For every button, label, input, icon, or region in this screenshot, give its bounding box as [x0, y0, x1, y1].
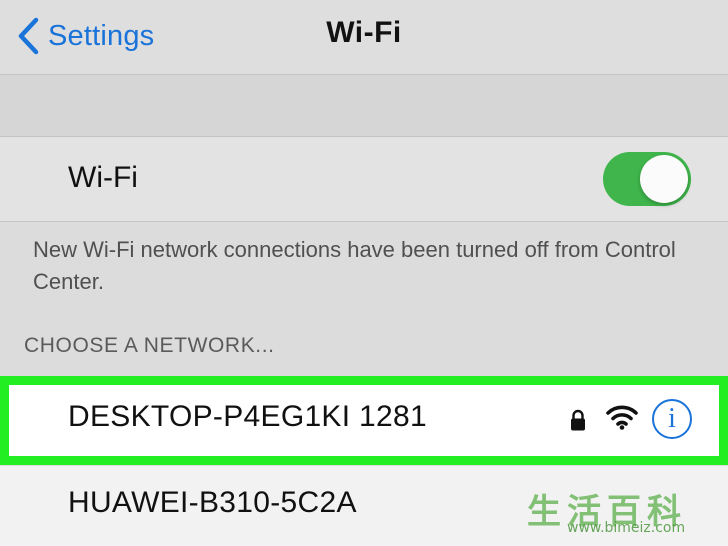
- wifi-settings-screen: Settings Wi-Fi Wi-Fi New Wi-Fi network c…: [0, 0, 728, 546]
- network-info-button[interactable]: i: [652, 399, 692, 439]
- choose-network-header: CHOOSE A NETWORK...: [24, 334, 275, 357]
- section-spacer: [0, 75, 728, 137]
- wifi-signal-icon: [606, 405, 638, 430]
- toggle-knob: [640, 155, 688, 203]
- lock-icon: [571, 409, 585, 431]
- watermark-logo: 生活百科 www.bimeiz.com: [527, 484, 723, 542]
- wifi-toggle-switch[interactable]: [603, 152, 691, 206]
- page-title: Wi-Fi: [326, 16, 402, 49]
- watermark-url: www.bimeiz.com: [567, 520, 686, 536]
- info-icon: i: [668, 403, 676, 434]
- navigation-bar: Settings Wi-Fi: [0, 0, 728, 75]
- network-name: HUAWEI-B310-5C2A: [68, 486, 357, 519]
- wifi-toggle-label: Wi-Fi: [68, 161, 138, 194]
- network-name: DESKTOP-P4EG1KI 1281: [68, 400, 427, 433]
- wifi-footnote: New Wi-Fi network connections have been …: [33, 237, 676, 294]
